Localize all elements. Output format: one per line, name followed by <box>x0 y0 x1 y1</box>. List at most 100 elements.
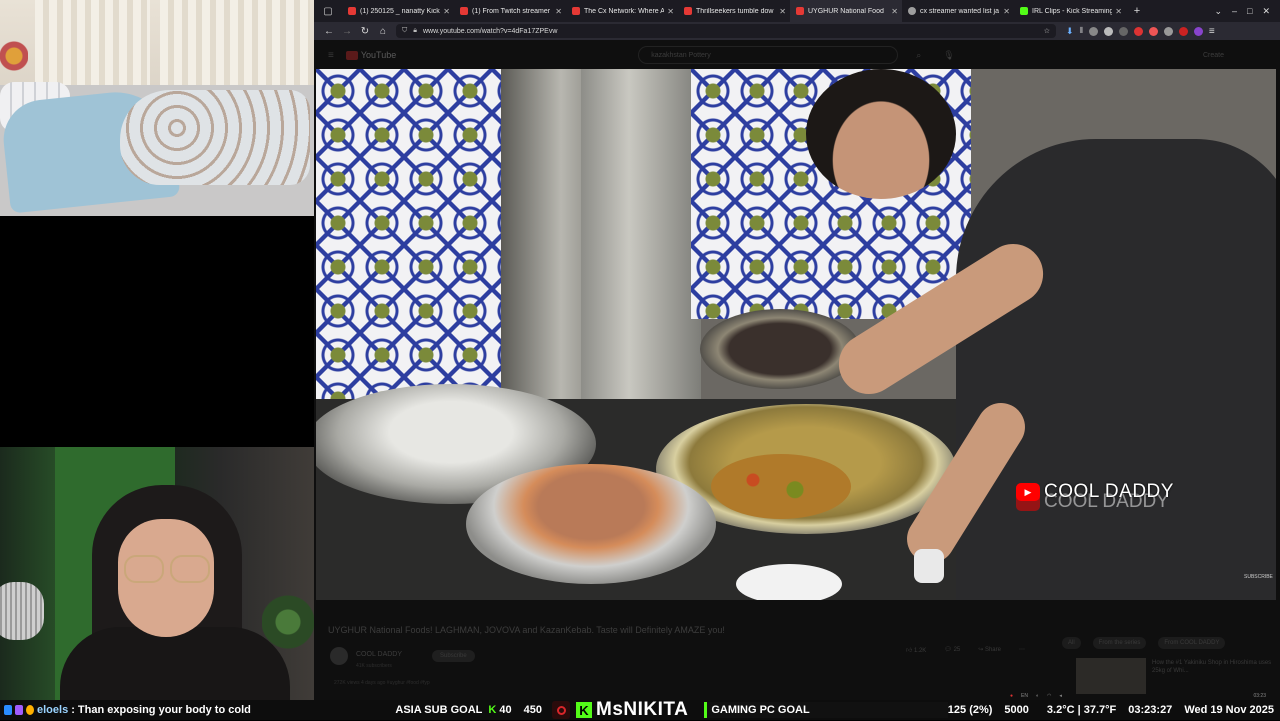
back-icon[interactable]: ← <box>320 22 338 40</box>
reload-icon[interactable]: ↻ <box>356 22 374 40</box>
extension-icon[interactable] <box>1163 26 1173 36</box>
related-video-thumbnail[interactable] <box>1076 658 1146 694</box>
subscribe-overlay[interactable]: SUBSCRIBE <box>1244 574 1273 580</box>
volume-icon[interactable]: ◂ <box>1059 693 1062 699</box>
kick-icon: K <box>488 704 497 716</box>
search-query: kazakhstan Pottery <box>651 51 711 59</box>
extension-icon[interactable] <box>1103 26 1113 36</box>
badge-icon <box>15 705 23 715</box>
filter-chip[interactable]: From the series <box>1092 637 1147 649</box>
tab-title: IRL Clips - Kick Streaming <box>1032 7 1113 15</box>
extension-icon[interactable] <box>1148 26 1158 36</box>
close-icon[interactable]: ✕ <box>1115 7 1122 16</box>
close-icon[interactable]: ✕ <box>555 7 562 16</box>
tab-title: (1) 250125 _ nanatty Kick V <box>360 7 441 15</box>
tab-favicon <box>908 7 916 15</box>
lock-icon[interactable]: 🔒︎ <box>413 27 417 35</box>
bedroom-webcam <box>0 0 314 216</box>
menu-icon[interactable]: ≡ <box>1209 26 1215 37</box>
close-icon[interactable]: ✕ <box>891 7 898 16</box>
home-icon[interactable]: ⌂ <box>374 22 392 40</box>
browser-tab[interactable]: (1) 250125 _ nanatty Kick V ✕ <box>342 0 454 22</box>
streamer-name: MsNIKITA <box>596 699 689 720</box>
related-filter-tabs: All From the series From COOL DADDY <box>1062 637 1226 649</box>
browser-tab-active[interactable]: UYGHUR National Food ✕ <box>790 0 902 22</box>
browser-tab[interactable]: Thrillseekers tumble dow ✕ <box>678 0 790 22</box>
close-icon[interactable]: ✕ <box>1003 7 1010 16</box>
related-video-title[interactable]: How the #1 Yakiniku Shop in Hiroshima us… <box>1152 660 1272 676</box>
browser-tab[interactable]: The Cx Network: Where A ✕ <box>566 0 678 22</box>
stream-stats: 125 (2%) 5000 3.2°C | 37.7°F 03:23:27 We… <box>948 704 1280 716</box>
create-button[interactable]: Create <box>1203 52 1224 59</box>
new-tab-button[interactable]: + <box>1126 5 1148 17</box>
search-icon[interactable]: ⌕ <box>916 50 921 61</box>
wrapped-bowl <box>466 464 716 584</box>
microphone-icon[interactable]: 🎙︎ <box>943 50 954 61</box>
close-icon[interactable]: ✕ <box>667 7 674 16</box>
comment-button[interactable]: 💬︎ 25 <box>944 646 960 654</box>
extension-icon[interactable] <box>1178 26 1188 36</box>
library-icon[interactable]: ⫴ <box>1080 26 1083 36</box>
like-count: 1.2K <box>913 648 927 654</box>
subscribe-button[interactable]: Subscribe <box>432 650 475 662</box>
close-icon[interactable]: ✕ <box>779 7 786 16</box>
url-bar[interactable]: ⛉ 🔒︎ www.youtube.com/watch?v=4dFa17ZPEvw… <box>396 24 1056 38</box>
browser-tab[interactable]: cx streamer wanted list ja ✕ <box>902 0 1014 22</box>
channel-watermark: ▶ COOL DADDY <box>1016 481 1174 503</box>
chat-message: eloels : Than exposing your body to cold <box>0 704 389 716</box>
youtube-play-icon <box>345 50 358 60</box>
close-icon[interactable]: ✕ <box>443 7 450 16</box>
tab-title: cx streamer wanted list ja <box>920 7 999 15</box>
cook-head <box>806 69 956 199</box>
badge-icon <box>26 705 34 715</box>
browser-tab[interactable]: (1) From Twitch streamer t ✕ <box>454 0 566 22</box>
video-actions: 👍︎ 1.2K 💬︎ 25 ↪ Share ⋯ <box>906 646 1025 654</box>
tab-favicon <box>684 7 692 15</box>
stream-overlay-bar: eloels : Than exposing your body to cold… <box>0 699 1280 721</box>
more-icon[interactable]: ⋯ <box>1019 646 1025 654</box>
tray-icon[interactable]: ● <box>1010 693 1013 699</box>
minimize-icon[interactable]: – <box>1232 6 1237 17</box>
maximize-icon[interactable]: □ <box>1247 6 1252 17</box>
hamburger-icon[interactable]: ≡ <box>328 50 334 61</box>
youtube-header: ≡ YouTube kazakhstan Pottery ⌕ 🎙︎ Create <box>314 40 1280 70</box>
download-icon[interactable]: ⬇ <box>1066 26 1074 37</box>
bookmark-star-icon[interactable]: ☆ <box>1044 27 1050 35</box>
shield-icon[interactable]: ⛉ <box>402 27 407 35</box>
subscriber-count: 41K subscribers <box>356 663 392 669</box>
language-indicator[interactable]: EN <box>1021 693 1028 699</box>
tile-wall <box>316 69 506 409</box>
white-bowl <box>736 564 842 600</box>
filter-chip[interactable]: All <box>1062 637 1081 649</box>
tab-favicon <box>460 7 468 15</box>
forward-icon[interactable]: → <box>338 22 356 40</box>
extension-icon[interactable] <box>1193 26 1203 36</box>
youtube-logo[interactable]: YouTube <box>345 50 396 60</box>
avatar[interactable] <box>330 647 348 665</box>
blanket <box>120 90 310 185</box>
channel-row: COOL DADDY 41K subscribers Subscribe <box>330 643 475 669</box>
tab-list-icon[interactable]: ▢ <box>314 0 342 22</box>
youtube-search-input[interactable]: kazakhstan Pottery <box>638 46 899 64</box>
video-metadata: 272K views 4 days ago #uyghur #food #fyp <box>334 680 430 686</box>
extension-icon[interactable] <box>1133 26 1143 36</box>
tray-clock[interactable]: 03:23 <box>1253 693 1266 699</box>
comment-count: 25 <box>953 647 961 653</box>
extension-icon[interactable] <box>1088 26 1098 36</box>
streamer-nameplate: K MsNIKITA <box>552 699 688 721</box>
video-player[interactable]: COOL DADDY ▶ COOL DADDY SUBSCRIBE <box>316 69 1276 600</box>
extension-icon[interactable] <box>1118 26 1128 36</box>
filter-chip[interactable]: From COOL DADDY <box>1158 637 1226 649</box>
browser-tab[interactable]: IRL Clips - Kick Streaming ✕ <box>1014 0 1126 22</box>
like-button[interactable]: 👍︎ 1.2K <box>906 646 926 654</box>
date: Wed 19 Nov 2025 <box>1184 704 1274 716</box>
youtube-play-icon: ▶ <box>1016 483 1040 501</box>
tray-icon[interactable]: ◐ <box>1036 693 1039 699</box>
watermark-text: COOL DADDY <box>1044 481 1174 502</box>
share-button[interactable]: ↪ Share <box>978 646 1001 654</box>
weather: 3.2°C | 37.7°F <box>1046 704 1117 716</box>
wifi-icon[interactable]: ◠ <box>1047 693 1051 699</box>
chevron-down-icon[interactable]: ⌄ <box>1214 6 1222 17</box>
close-window-icon[interactable]: ✕ <box>1262 6 1270 17</box>
channel-name[interactable]: COOL DADDY <box>356 651 402 658</box>
